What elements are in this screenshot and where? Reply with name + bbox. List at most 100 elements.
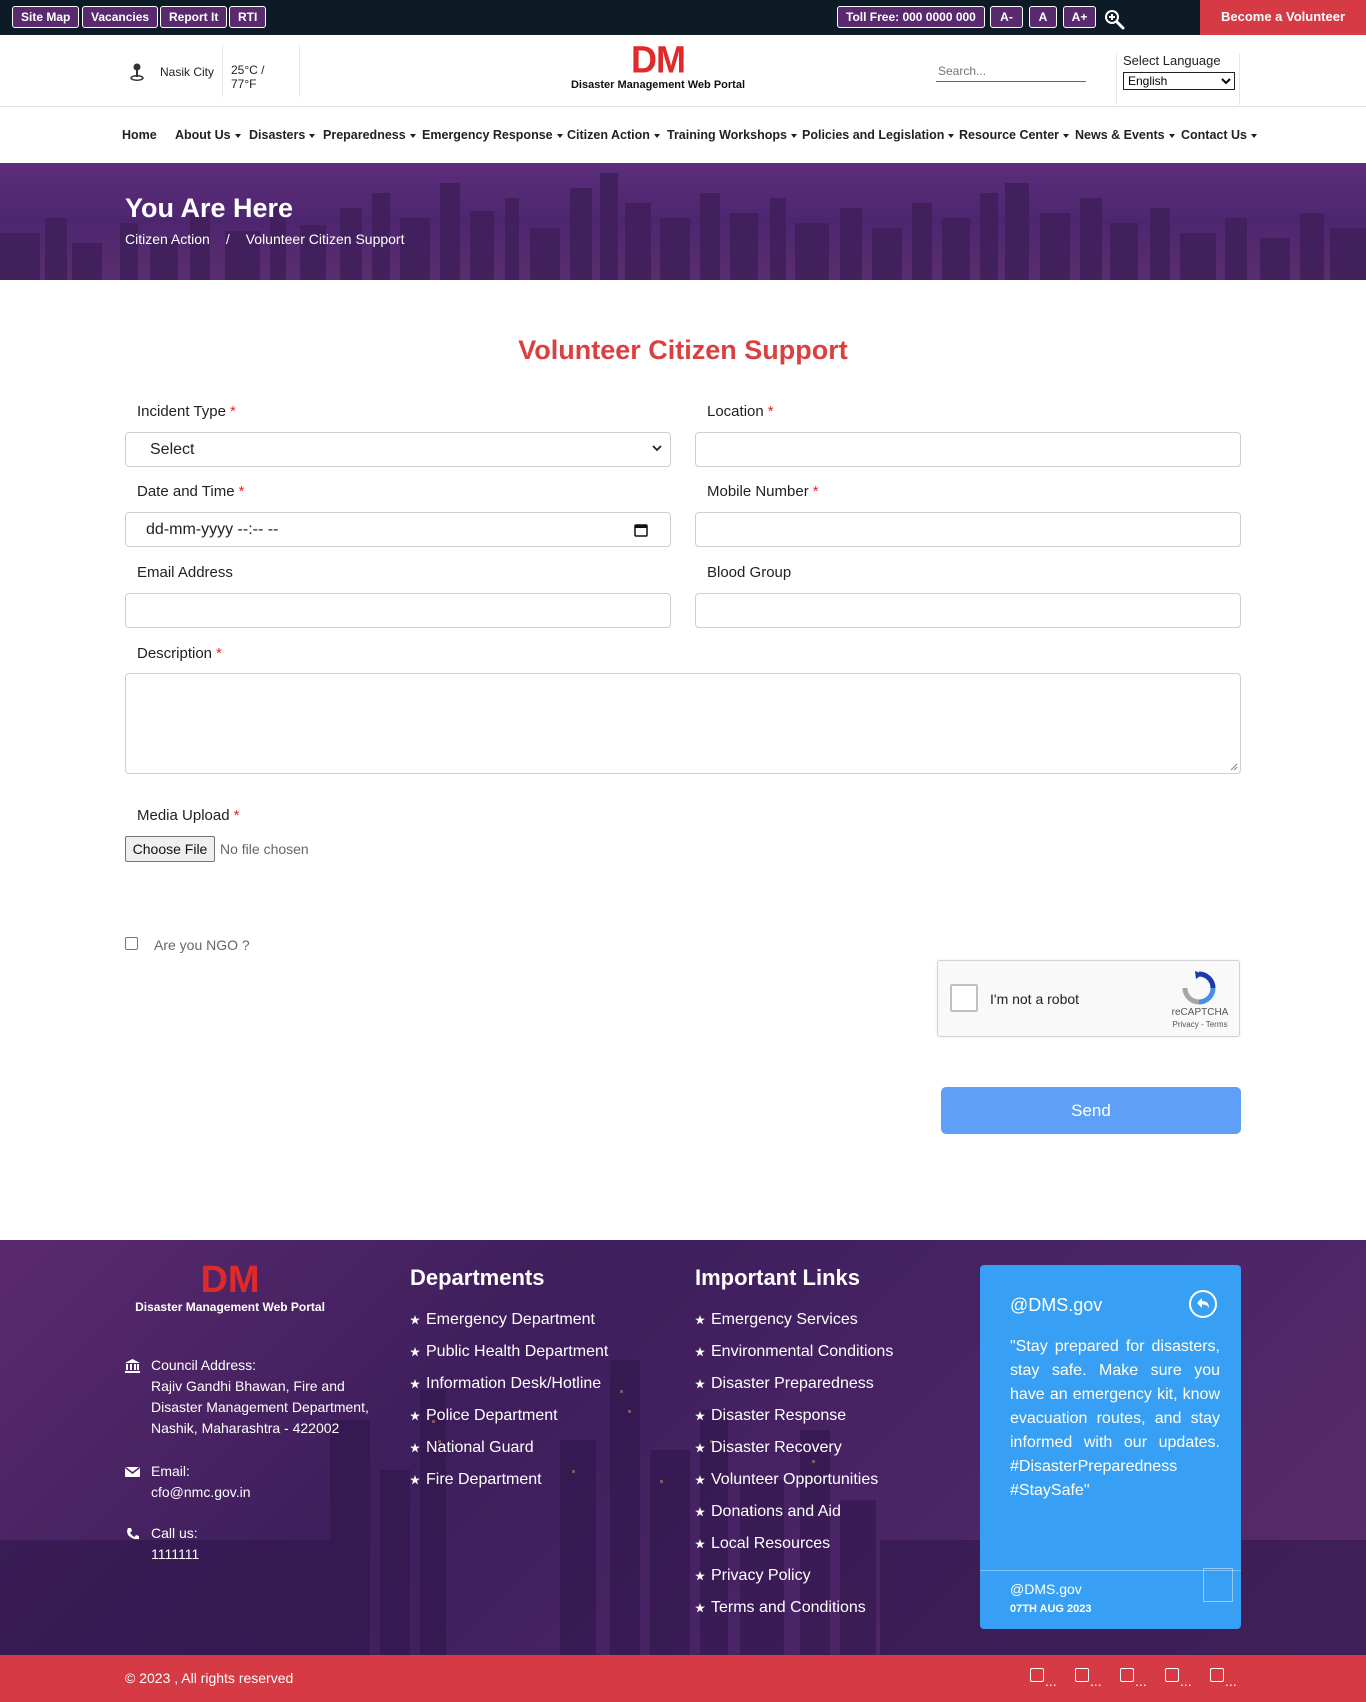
breadcrumb-citizen-action[interactable]: Citizen Action xyxy=(125,231,210,247)
copyright-text: © 2023 , All rights reserved xyxy=(125,1670,294,1686)
font-decrease-button[interactable]: A- xyxy=(990,6,1023,28)
caret-down-icon xyxy=(409,133,416,138)
nav-resource-center[interactable]: Resource Center xyxy=(959,128,1070,142)
email-label: Email: xyxy=(151,1463,190,1479)
main-nav: Home About Us Disasters Preparedness Eme… xyxy=(0,120,1366,150)
email-address-input[interactable] xyxy=(125,593,671,628)
star-icon xyxy=(695,1315,705,1325)
important-link[interactable]: Local Resources xyxy=(695,1534,893,1566)
social-link[interactable]: ... xyxy=(1120,1668,1152,1690)
incident-type-select[interactable]: Select xyxy=(125,432,671,467)
date-time-input[interactable]: dd-mm-yyyy --:-- -- xyxy=(125,512,671,547)
description-label: Description * xyxy=(137,645,222,662)
incident-type-label: Incident Type * xyxy=(137,403,236,420)
star-icon xyxy=(695,1539,705,1549)
star-icon xyxy=(695,1475,705,1485)
important-link[interactable]: Disaster Preparedness xyxy=(695,1374,893,1406)
rti-link[interactable]: RTI xyxy=(229,6,267,28)
important-link[interactable]: Volunteer Opportunities xyxy=(695,1470,893,1502)
social-link[interactable]: ... xyxy=(1165,1668,1197,1690)
important-link[interactable]: Environmental Conditions xyxy=(695,1342,893,1374)
department-link[interactable]: Police Department xyxy=(410,1406,608,1438)
caret-down-icon xyxy=(948,133,955,138)
vacancies-link[interactable]: Vacancies xyxy=(82,6,159,28)
important-link[interactable]: Donations and Aid xyxy=(695,1502,893,1534)
social-link[interactable]: ... xyxy=(1075,1668,1107,1690)
calendar-icon[interactable] xyxy=(634,523,648,537)
font-increase-button[interactable]: A+ xyxy=(1063,6,1096,28)
site-map-link[interactable]: Site Map xyxy=(12,6,80,28)
star-icon xyxy=(410,1347,420,1357)
ngo-checkbox[interactable] xyxy=(125,937,138,950)
reply-icon[interactable] xyxy=(1188,1289,1218,1319)
caret-down-icon xyxy=(653,133,660,138)
footer-logo-mark: DM xyxy=(200,1259,260,1301)
social-link[interactable]: ... xyxy=(1030,1668,1062,1690)
caret-down-icon xyxy=(1168,133,1175,138)
important-link[interactable]: Disaster Recovery xyxy=(695,1438,893,1470)
important-link[interactable]: Terms and Conditions xyxy=(695,1598,893,1630)
footer-logo[interactable]: DM Disaster Management Web Portal xyxy=(125,1259,335,1314)
department-link[interactable]: Information Desk/Hotline xyxy=(410,1374,608,1406)
form-title: Volunteer Citizen Support xyxy=(518,335,848,365)
mobile-number-input[interactable] xyxy=(695,512,1241,547)
footer-phone: Call us: 1111111 xyxy=(125,1523,199,1565)
nav-disasters[interactable]: Disasters xyxy=(249,128,316,142)
tweet-card: @DMS.gov "Stay prepared for disasters, s… xyxy=(980,1265,1241,1629)
star-icon xyxy=(695,1379,705,1389)
important-link[interactable]: Privacy Policy xyxy=(695,1566,893,1598)
address-label: Council Address: xyxy=(151,1357,257,1373)
blood-group-label: Blood Group xyxy=(707,564,792,581)
department-link[interactable]: Emergency Department xyxy=(410,1310,608,1342)
footer-address: Council Address: Rajiv Gandhi Bhawan, Fi… xyxy=(125,1355,369,1439)
zoom-in-icon[interactable] xyxy=(1103,8,1125,30)
nav-citizen-action[interactable]: Citizen Action xyxy=(567,128,660,142)
important-link[interactable]: Emergency Services xyxy=(695,1310,893,1342)
caret-down-icon xyxy=(790,133,797,138)
nav-home[interactable]: Home xyxy=(122,128,157,142)
call-label: Call us: xyxy=(151,1525,198,1541)
nav-policies-legislation[interactable]: Policies and Legislation xyxy=(802,128,955,142)
language-select[interactable]: English xyxy=(1123,72,1235,90)
department-link[interactable]: Fire Department xyxy=(410,1470,608,1502)
send-button[interactable]: Send xyxy=(941,1087,1241,1134)
tweet-handle[interactable]: @DMS.gov xyxy=(1010,1295,1102,1316)
phone-link[interactable]: 1111111 xyxy=(151,1544,199,1565)
nav-about-us[interactable]: About Us xyxy=(175,128,241,142)
resize-handle-icon[interactable] xyxy=(1230,763,1238,771)
departments-title: Departments xyxy=(410,1265,545,1290)
description-textarea[interactable] xyxy=(125,673,1241,774)
page-banner: You Are Here Citizen Action / Volunteer Ci… xyxy=(0,163,1366,280)
departments-list: Emergency Department Public Health Depar… xyxy=(410,1310,608,1502)
search-input[interactable] xyxy=(936,60,1086,82)
nav-contact-us[interactable]: Contact Us xyxy=(1181,128,1257,142)
recaptcha-checkbox[interactable] xyxy=(950,984,978,1012)
media-upload-label: Media Upload * xyxy=(137,807,240,824)
nav-news-events[interactable]: News & Events xyxy=(1075,128,1175,142)
star-icon xyxy=(410,1475,420,1485)
important-links-list: Emergency Services Environmental Conditi… xyxy=(695,1310,893,1630)
report-it-link[interactable]: Report It xyxy=(160,6,228,28)
social-link[interactable]: ... xyxy=(1210,1668,1242,1690)
nav-training-workshops[interactable]: Training Workshops xyxy=(667,128,797,142)
recaptcha-logo-icon xyxy=(1182,971,1216,1005)
nav-emergency-response[interactable]: Emergency Response xyxy=(422,128,563,142)
blood-group-input[interactable] xyxy=(695,593,1241,628)
location-input[interactable] xyxy=(695,432,1241,467)
ngo-label: Are you NGO ? xyxy=(154,937,250,953)
star-icon xyxy=(695,1443,705,1453)
recaptcha-widget: I'm not a robot reCAPTCHA Privacy - Term… xyxy=(937,960,1240,1037)
department-link[interactable]: Public Health Department xyxy=(410,1342,608,1374)
font-reset-button[interactable]: A xyxy=(1029,6,1057,28)
chevron-down-icon xyxy=(652,445,662,452)
tweet-author[interactable]: @DMS.gov xyxy=(1010,1581,1082,1597)
breadcrumb-separator: / xyxy=(225,231,230,247)
become-volunteer-button[interactable]: Become a Volunteer xyxy=(1200,0,1366,35)
important-link[interactable]: Disaster Response xyxy=(695,1406,893,1438)
nav-preparedness[interactable]: Preparedness xyxy=(323,128,416,142)
email-link[interactable]: cfo@nmc.gov.in xyxy=(151,1482,251,1503)
choose-file-button[interactable]: Choose File xyxy=(125,836,215,862)
department-link[interactable]: National Guard xyxy=(410,1438,608,1470)
broken-image-icon xyxy=(1030,1668,1044,1682)
recaptcha-links[interactable]: Privacy - Terms xyxy=(1170,1020,1230,1029)
